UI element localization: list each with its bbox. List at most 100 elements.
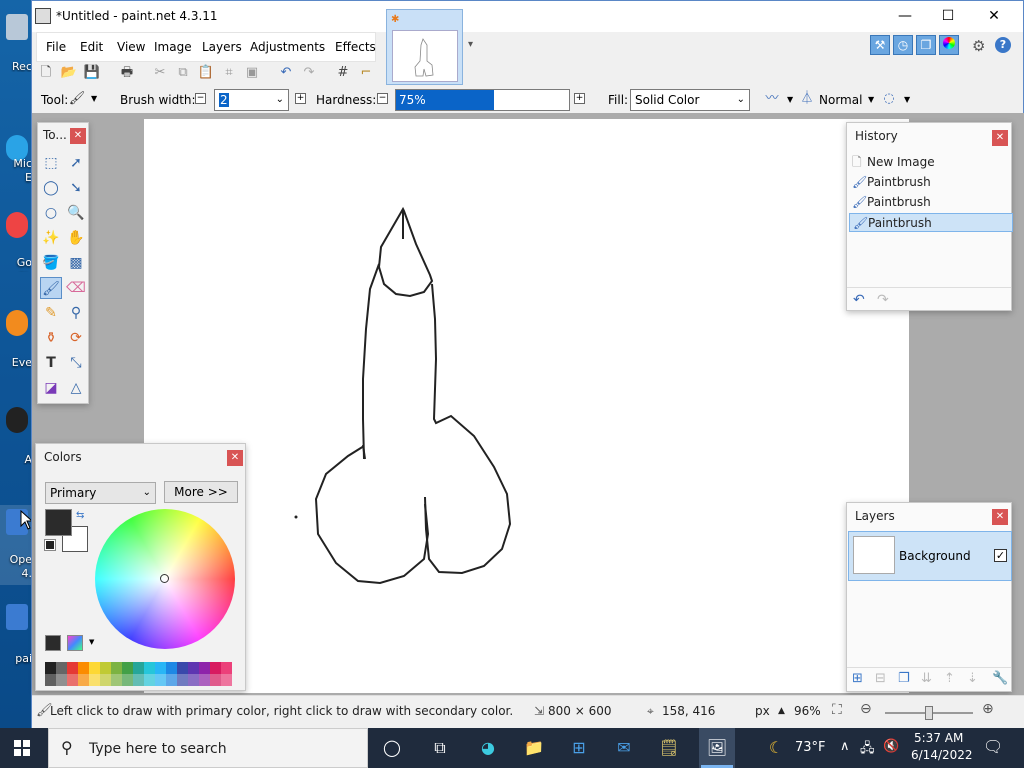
cut-icon[interactable]: ✂ — [151, 65, 169, 81]
unit-dropdown-icon[interactable]: ▲ — [778, 706, 785, 716]
blend-mode-select[interactable]: Normal — [819, 93, 862, 107]
pan-icon[interactable]: ✋ — [65, 227, 87, 249]
palette-swatch[interactable] — [122, 662, 133, 674]
palette-swatch[interactable] — [177, 674, 188, 686]
desktop-icon-recycle-bin[interactable]: Rec — [0, 12, 32, 72]
help-icon[interactable]: ? — [995, 37, 1011, 53]
desktop-icon-a[interactable]: A — [0, 405, 32, 465]
desktop-icon-chrome[interactable]: Go Ch — [0, 212, 32, 272]
move-layer-down-icon[interactable]: ⇣ — [967, 671, 978, 686]
undo-icon[interactable]: ↶ — [277, 65, 295, 81]
history-undo-icon[interactable]: ↶ — [853, 292, 865, 308]
palette-swatch[interactable] — [78, 662, 89, 674]
hardness-decrease-icon[interactable]: − — [377, 93, 388, 104]
delete-layer-icon[interactable]: ⊟ — [875, 671, 886, 686]
palette-swatch[interactable] — [45, 674, 56, 686]
history-panel-close-icon[interactable]: ✕ — [992, 130, 1008, 146]
menu-edit[interactable]: Edit — [80, 40, 103, 54]
palette-menu-icon[interactable] — [67, 635, 83, 651]
deselect-icon[interactable]: ▣ — [243, 65, 261, 81]
menu-file[interactable]: File — [46, 40, 66, 54]
lasso-select-icon[interactable]: ◯ — [40, 177, 62, 199]
tool-dropdown-icon[interactable]: ▼ — [91, 94, 97, 103]
layer-properties-icon[interactable]: 🔧 — [992, 671, 1008, 686]
palette-swatch[interactable] — [67, 674, 78, 686]
menu-adjustments[interactable]: Adjustments — [250, 40, 325, 54]
new-file-icon[interactable]: 🗋 — [37, 65, 55, 81]
file-explorer-icon[interactable]: 📁 — [522, 736, 546, 760]
clone-stamp-icon[interactable]: ⚱ — [40, 327, 62, 349]
menu-layers[interactable]: Layers — [202, 40, 242, 54]
shapes-icon[interactable]: ◪ — [40, 377, 62, 399]
menu-effects[interactable]: Effects — [335, 40, 376, 54]
palette-swatch[interactable] — [210, 674, 221, 686]
copy-icon[interactable]: ⧉ — [174, 65, 192, 81]
history-item-selected[interactable]: 🖌 Paintbrush — [849, 213, 1013, 232]
duplicate-layer-icon[interactable]: ❐ — [898, 671, 910, 686]
add-layer-icon[interactable]: ⊞ — [852, 671, 863, 686]
palette-swatch[interactable] — [45, 662, 56, 674]
paintnet-taskbar-icon[interactable]: 🖼 — [699, 728, 735, 768]
tools-toggle-icon[interactable]: ⚒ — [870, 35, 890, 55]
desktop-icon-everything[interactable]: Eve — [0, 310, 32, 370]
palette-swatch[interactable] — [144, 674, 155, 686]
palette-swatch[interactable] — [199, 674, 210, 686]
color-wheel[interactable] — [95, 509, 235, 649]
open-file-icon[interactable]: 📂 — [60, 65, 78, 81]
zoom-to-window-icon[interactable]: ⛶ — [832, 702, 842, 718]
palette-swatch[interactable] — [177, 662, 188, 674]
palette-swatch[interactable] — [210, 662, 221, 674]
edge-icon[interactable]: ◕ — [476, 736, 500, 760]
merge-layer-icon[interactable]: ⇊ — [921, 671, 932, 686]
selection-mode-icon[interactable]: ◌ — [880, 91, 898, 107]
volume-icon[interactable]: 🔇 — [883, 739, 899, 754]
zoom-slider[interactable] — [885, 706, 973, 720]
clock-time[interactable]: 5:37 AM — [914, 731, 963, 745]
palette-swatch[interactable] — [133, 674, 144, 686]
zoom-slider-thumb[interactable] — [925, 706, 933, 720]
weather-icon[interactable]: ☾ — [764, 736, 788, 760]
move-layer-up-icon[interactable]: ⇡ — [944, 671, 955, 686]
task-view-icon[interactable]: ⧉ — [428, 736, 452, 760]
layers-toggle-icon[interactable]: ❐ — [916, 35, 936, 55]
primary-color-swatch[interactable] — [45, 509, 72, 536]
cortana-icon[interactable]: ◯ — [380, 736, 404, 760]
palette-swatch[interactable] — [188, 662, 199, 674]
layers-panel-close-icon[interactable]: ✕ — [992, 509, 1008, 525]
palette-swatch[interactable] — [111, 674, 122, 686]
palette-swatch[interactable] — [89, 674, 100, 686]
notifications-icon[interactable]: 🗨 — [983, 737, 1003, 756]
history-item[interactable]: 🖌 Paintbrush — [849, 193, 1013, 212]
settings-gear-icon[interactable]: ⚙ — [972, 37, 985, 55]
paintbrush-tool-icon[interactable]: 🖌 — [68, 91, 86, 107]
crop-icon[interactable]: ⌗ — [220, 65, 238, 81]
paint-bucket-icon[interactable]: 🪣 — [40, 252, 62, 274]
palette-swatch[interactable] — [221, 674, 232, 686]
history-item[interactable]: 🗋 New Image — [849, 153, 1013, 172]
clock-date[interactable]: 6/14/2022 — [911, 748, 973, 762]
taskbar-search-box[interactable]: ⚲ Type here to search — [48, 728, 368, 768]
reset-colors-icon[interactable] — [44, 539, 56, 551]
tray-chevron-icon[interactable]: ∧ — [840, 739, 850, 754]
palette-swatch[interactable] — [56, 674, 67, 686]
blend-mode-icon[interactable]: ⏃ — [798, 91, 816, 107]
close-button[interactable]: ✕ — [971, 1, 1017, 32]
palette-swatch[interactable] — [155, 662, 166, 674]
rectangle-select-icon[interactable]: ⬚ — [40, 152, 62, 174]
palette-swatch[interactable] — [133, 662, 144, 674]
recolor-icon[interactable]: ⟳ — [65, 327, 87, 349]
layer-row-background[interactable]: Background ✓ — [848, 531, 1012, 581]
color-picker-icon[interactable]: ⚲ — [65, 302, 87, 324]
brush-width-field[interactable]: 2 ⌄ — [214, 89, 289, 111]
zoom-out-icon[interactable]: ⊖ — [860, 701, 872, 717]
layer-visibility-checkbox[interactable]: ✓ — [994, 549, 1007, 562]
fill-select[interactable]: Solid Color ⌄ — [630, 89, 750, 111]
brush-width-increase-icon[interactable]: + — [295, 93, 306, 104]
swap-colors-icon[interactable]: ⇆ — [76, 510, 84, 521]
colors-toggle-icon[interactable] — [939, 35, 959, 55]
text-icon[interactable]: T — [40, 352, 62, 374]
desktop-icon-paintnet[interactable]: pai — [0, 602, 32, 667]
brush-width-decrease-icon[interactable]: − — [195, 93, 206, 104]
palette-swatch[interactable] — [100, 662, 111, 674]
pencil-icon[interactable]: ✎ — [40, 302, 62, 324]
